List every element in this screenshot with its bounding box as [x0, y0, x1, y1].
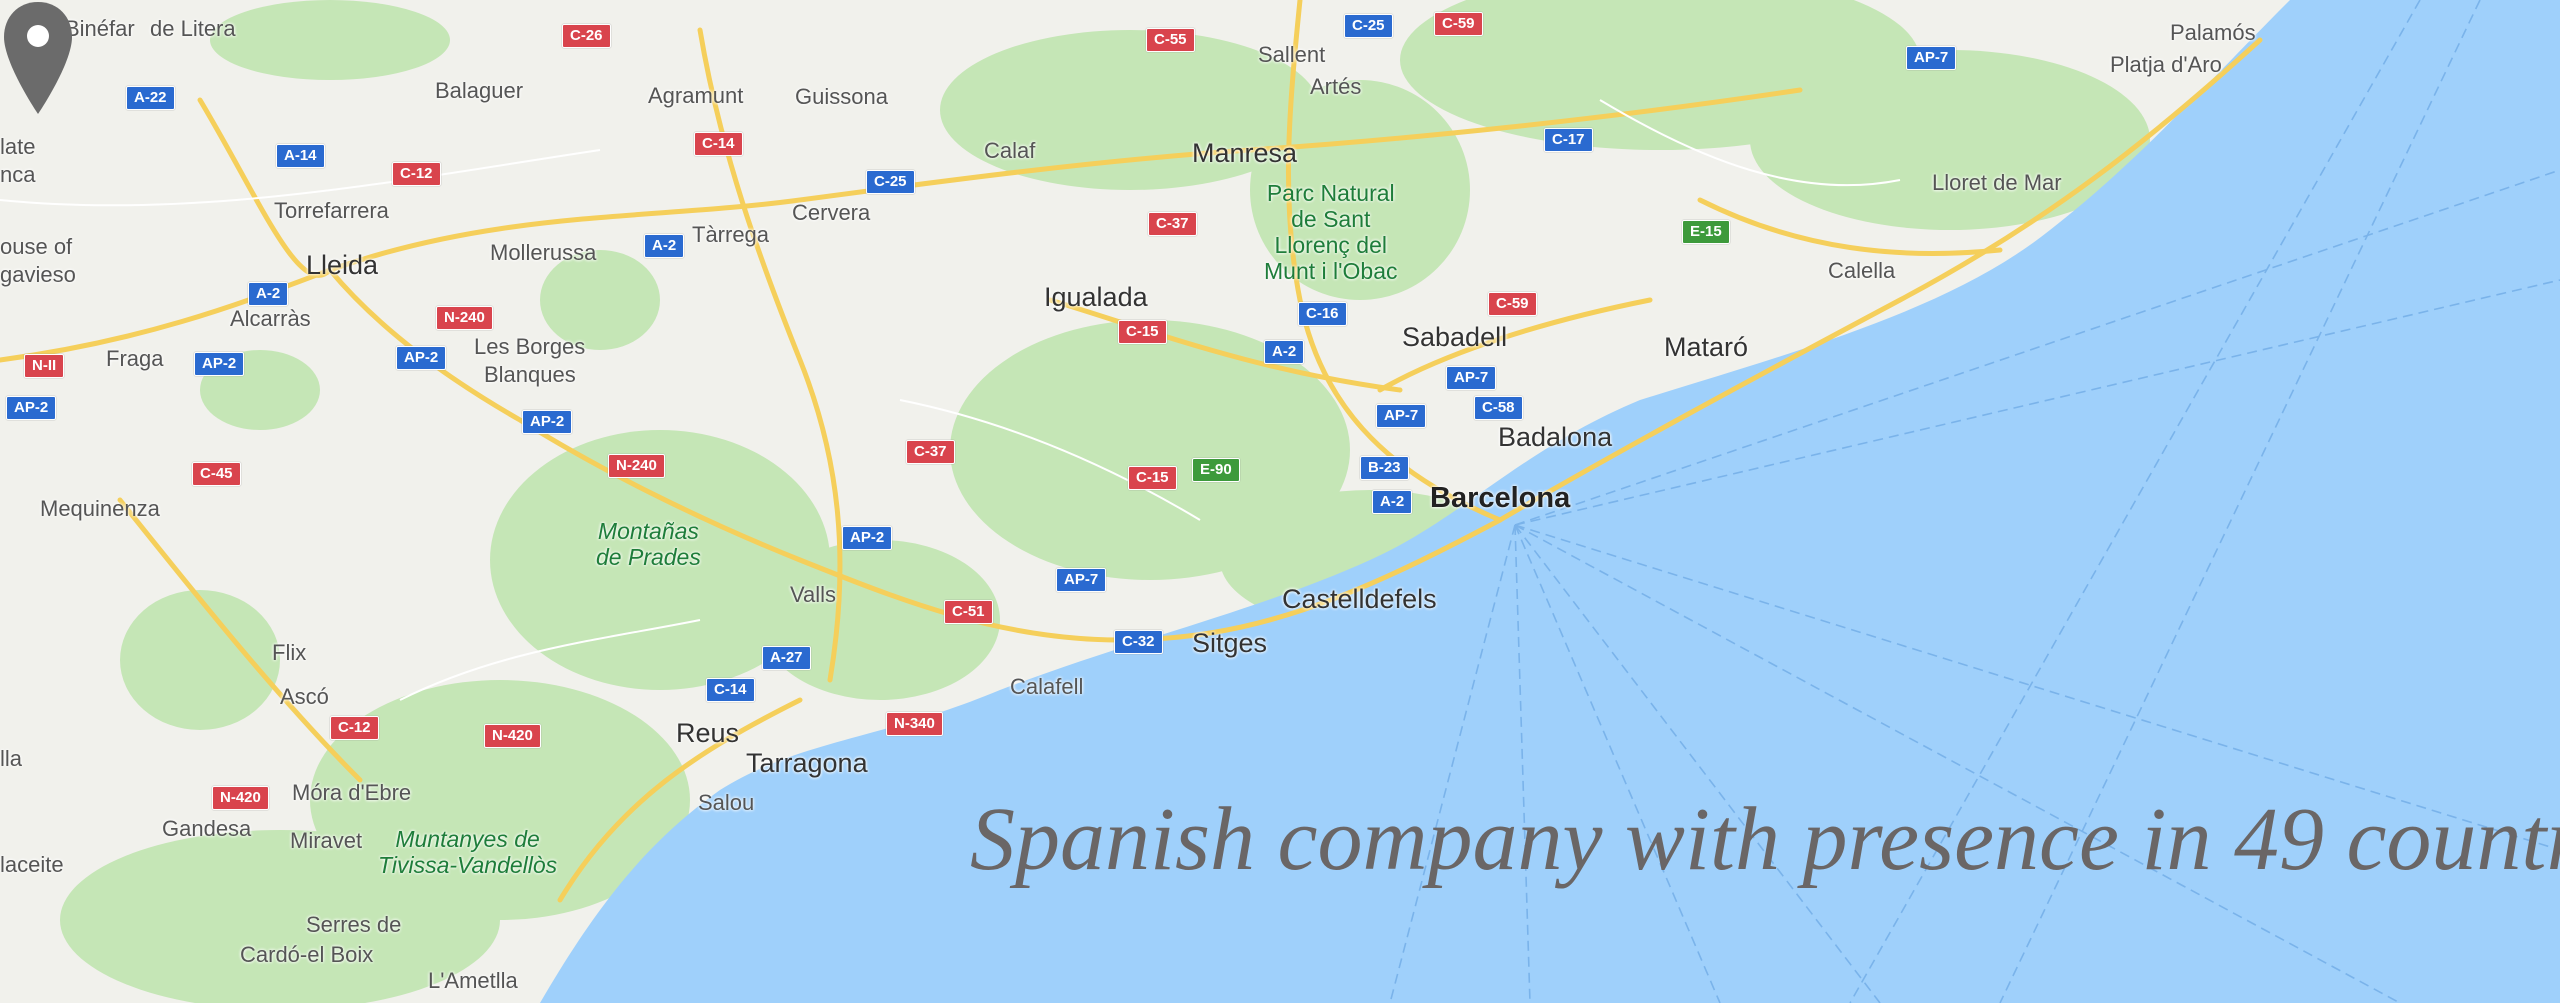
- place-label-manresa: Manresa: [1192, 138, 1298, 168]
- place-label-gavieso: gavieso: [0, 262, 76, 287]
- place-label-mollerussa: Mollerussa: [490, 240, 597, 265]
- place-label-alcarras: Alcarràs: [230, 306, 311, 331]
- road-shield: N-II: [24, 354, 65, 378]
- place-label-cardo-el-boix: Cardó-el Boix: [240, 942, 374, 967]
- place-label-lloret-de-mar: Lloret de Mar: [1932, 170, 2062, 195]
- road-shield: C-51: [944, 600, 993, 624]
- road-shield: C-58: [1474, 396, 1523, 420]
- road-shield: E-90: [1192, 458, 1240, 482]
- place-label-asco: Ascó: [280, 684, 329, 709]
- tagline-text: Spanish company with presence in 49 coun…: [970, 790, 2560, 889]
- road-shield: N-420: [212, 786, 269, 810]
- place-label-artes: Artés: [1310, 74, 1362, 99]
- place-label-lametlla: L'Ametlla: [428, 968, 518, 993]
- road-shield: A-2: [644, 234, 685, 258]
- place-label-laceite: laceite: [0, 852, 64, 877]
- road-shield: C-14: [706, 678, 755, 702]
- place-label-palamos: Palamós: [2170, 20, 2256, 45]
- road-shield: C-59: [1488, 292, 1537, 316]
- park-label-montanas-de-prades: Montañas de Prades: [596, 518, 701, 570]
- road-shield: C-12: [330, 716, 379, 740]
- place-label-castelldefels: Castelldefels: [1282, 584, 1437, 614]
- road-shield: C-12: [392, 162, 441, 186]
- place-label-fraga: Fraga: [106, 346, 164, 371]
- place-label-reus: Reus: [676, 718, 740, 748]
- road-shield: N-340: [886, 712, 943, 736]
- park-label-tivissa-vandellos: Muntanyes de Tivissa-Vandellòs: [378, 826, 558, 878]
- place-label-calella: Calella: [1828, 258, 1896, 283]
- road-shield: AP-7: [1906, 46, 1957, 70]
- place-label-nca: nca: [0, 162, 36, 187]
- place-label-ouse-of: ouse of: [0, 234, 73, 259]
- place-label-flix: Flix: [272, 640, 307, 665]
- road-shield: AP-2: [396, 346, 447, 370]
- road-shield: B-23: [1360, 456, 1409, 480]
- place-label-serres-de: Serres de: [306, 912, 402, 937]
- place-label-igualada: Igualada: [1044, 282, 1148, 312]
- road-shield: C-15: [1118, 320, 1167, 344]
- road-shield: C-59: [1434, 12, 1483, 36]
- road-shield: C-37: [906, 440, 955, 464]
- place-label-torrefarrera: Torrefarrera: [274, 198, 389, 223]
- road-shield: A-2: [1264, 340, 1305, 364]
- place-label-sallent: Sallent: [1258, 42, 1326, 67]
- road-shield: C-25: [866, 170, 915, 194]
- road-shield: AP-2: [522, 410, 573, 434]
- place-label-lla: lla: [0, 746, 23, 771]
- map-pin-icon[interactable]: [0, 0, 76, 116]
- place-label-mequinenza: Mequinenza: [40, 496, 160, 521]
- place-label-tarrega: Tàrrega: [692, 222, 770, 247]
- road-shield: C-45: [192, 462, 241, 486]
- place-label-mataro: Mataró: [1664, 332, 1749, 362]
- road-shield: C-32: [1114, 630, 1163, 654]
- place-label-de-litera: de Litera: [150, 16, 236, 41]
- road-shield: AP-2: [842, 526, 893, 550]
- road-shield: AP-7: [1376, 404, 1427, 428]
- road-shield: AP-7: [1056, 568, 1107, 592]
- road-shield: C-16: [1298, 302, 1347, 326]
- place-label-les-borges: Les Borges: [474, 334, 586, 359]
- place-label-platja-daro: Platja d'Aro: [2110, 52, 2222, 77]
- road-shield: C-15: [1128, 466, 1177, 490]
- place-label-sabadell: Sabadell: [1402, 322, 1508, 352]
- map-view[interactable]: Binéfar de Litera Balaguer Agramunt Guis…: [0, 0, 2560, 1003]
- place-label-valls: Valls: [790, 582, 837, 607]
- place-label-guissona: Guissona: [795, 84, 888, 109]
- road-shield: C-17: [1544, 128, 1593, 152]
- road-shield: A-27: [762, 646, 811, 670]
- road-shield: AP-2: [6, 396, 57, 420]
- road-shield: N-240: [608, 454, 665, 478]
- place-label-calafell: Calafell: [1010, 674, 1084, 699]
- place-label-barcelona: Barcelona: [1430, 482, 1571, 514]
- place-label-lleida: Lleida: [306, 250, 379, 280]
- road-shield: AP-7: [1446, 366, 1497, 390]
- place-label-gandesa: Gandesa: [162, 816, 252, 841]
- place-label-cervera: Cervera: [792, 200, 871, 225]
- road-shield: C-55: [1146, 28, 1195, 52]
- road-shield: N-240: [436, 306, 493, 330]
- place-label-salou: Salou: [698, 790, 755, 815]
- place-label-late: late: [0, 134, 36, 159]
- road-shield: A-22: [126, 86, 175, 110]
- place-label-miravet: Miravet: [290, 828, 363, 853]
- place-label-sitges: Sitges: [1192, 628, 1268, 658]
- road-shield: E-15: [1682, 220, 1730, 244]
- road-shield: AP-2: [194, 352, 245, 376]
- place-label-mora-debre: Móra d'Ebre: [292, 780, 412, 805]
- road-shield: C-25: [1344, 14, 1393, 38]
- road-shield: A-2: [1372, 490, 1413, 514]
- park-label-sant-llorenc: Parc Natural de Sant Llorenç del Munt i …: [1264, 180, 1398, 284]
- road-shield: C-14: [694, 132, 743, 156]
- road-shield: A-2: [248, 282, 289, 306]
- road-shield: C-26: [562, 24, 611, 48]
- place-label-calaf: Calaf: [984, 138, 1036, 163]
- place-label-agramunt: Agramunt: [648, 83, 744, 108]
- place-label-badalona: Badalona: [1498, 422, 1613, 452]
- place-label-tarragona: Tarragona: [746, 748, 868, 778]
- road-shield: A-14: [276, 144, 325, 168]
- road-shield: N-420: [484, 724, 541, 748]
- road-shield: C-37: [1148, 212, 1197, 236]
- place-label-blanques: Blanques: [484, 362, 576, 387]
- place-label-balaguer: Balaguer: [435, 78, 524, 103]
